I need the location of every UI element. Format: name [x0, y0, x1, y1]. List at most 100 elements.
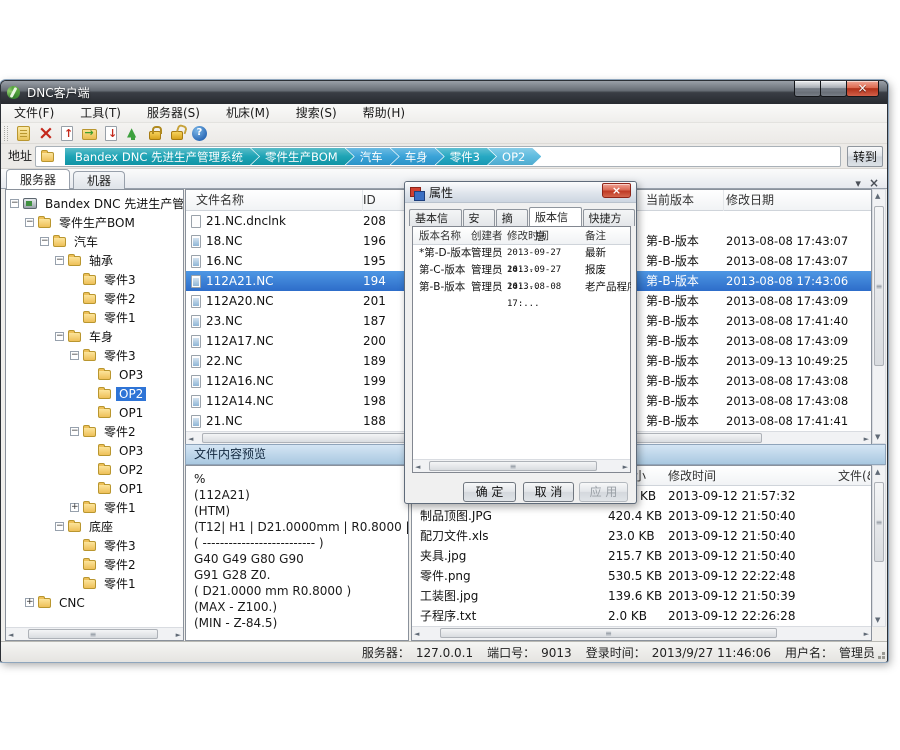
column-header-version[interactable]: 当前版本	[646, 190, 724, 211]
scroll-left-icon[interactable]	[414, 630, 419, 638]
tree-item[interactable]: OP2	[6, 460, 183, 479]
scrollbar-thumb[interactable]: ≡	[874, 206, 884, 366]
tree-item[interactable]: OP2	[6, 384, 183, 403]
tab-机器[interactable]: 机器	[73, 171, 125, 189]
toolbar-notes-button[interactable]	[12, 123, 34, 143]
tree-item[interactable]: 零件3	[6, 270, 183, 289]
scroll-down-icon[interactable]	[875, 616, 880, 624]
go-button[interactable]: 转到	[847, 146, 883, 167]
menu-item[interactable]: 机床(M)	[213, 104, 283, 123]
collapse-icon[interactable]: −	[55, 522, 64, 531]
tree-item[interactable]: −底座	[6, 517, 183, 536]
column-header-note[interactable]: 备注	[585, 227, 606, 245]
toolbar-help-button[interactable]	[188, 123, 210, 143]
column-header-filename[interactable]: 文件名称	[196, 190, 363, 211]
column-header-modified[interactable]: 修改时间	[668, 466, 768, 486]
tree-item[interactable]: −轴承	[6, 251, 183, 270]
tree-item[interactable]: −零件生产BOM	[6, 213, 183, 232]
attachment-row[interactable]: 夹具.jpg215.7 KB2013-09-12 21:50:40	[412, 546, 871, 566]
expand-icon[interactable]: +	[25, 598, 34, 607]
scroll-up-icon[interactable]	[875, 468, 880, 476]
tree-item[interactable]: −汽车	[6, 232, 183, 251]
scroll-right-icon[interactable]	[864, 630, 869, 638]
column-header-file[interactable]: 文件(&	[838, 466, 870, 486]
scroll-left-icon[interactable]	[8, 631, 13, 639]
version-row[interactable]: 第-B-版本管理员2013-08-08 17:...老产品程序	[413, 279, 630, 296]
tree-item[interactable]: −零件3	[6, 346, 183, 365]
tree-item[interactable]: −车身	[6, 327, 183, 346]
menu-item[interactable]: 服务器(S)	[134, 104, 213, 123]
tree-item[interactable]: 零件2	[6, 555, 183, 574]
tree-item[interactable]: OP1	[6, 479, 183, 498]
scroll-down-icon[interactable]	[875, 433, 880, 441]
tree-item[interactable]: OP1	[6, 403, 183, 422]
dialog-horizontal-scrollbar[interactable]: ≡	[413, 459, 630, 472]
tree-item[interactable]: −Bandex DNC 先进生产管理系统	[6, 194, 183, 213]
breadcrumb-item[interactable]: Bandex DNC 先进生产管理系统	[65, 148, 259, 165]
collapse-icon[interactable]: −	[55, 256, 64, 265]
filelist-vertical-scrollbar[interactable]: ≡	[872, 189, 886, 444]
menu-item[interactable]: 搜索(S)	[283, 104, 350, 123]
tree-item[interactable]: +零件1	[6, 498, 183, 517]
address-field[interactable]: Bandex DNC 先进生产管理系统零件生产BOM汽车车身零件3OP2	[35, 146, 841, 167]
toolbar-delete-button[interactable]	[34, 123, 56, 143]
scroll-right-icon[interactable]	[864, 435, 869, 443]
toolbar-upload-arrow-button[interactable]	[122, 123, 144, 143]
attachment-row[interactable]: 工装图.jpg139.6 KB2013-09-12 21:50:39	[412, 586, 871, 606]
scroll-up-icon[interactable]	[875, 192, 880, 200]
tab-服务器[interactable]: 服务器	[6, 169, 70, 189]
apply-button[interactable]: 应 用	[579, 482, 628, 502]
toolbar-checkin-file-button[interactable]	[56, 123, 78, 143]
expand-icon[interactable]: +	[70, 503, 79, 512]
dialog-tab[interactable]: 摘要	[496, 209, 528, 226]
collapse-icon[interactable]: −	[40, 237, 49, 246]
dialog-title-bar[interactable]: 属性	[405, 182, 636, 203]
maximize-button[interactable]	[820, 81, 847, 97]
column-header-creator[interactable]: 创建者	[471, 227, 503, 245]
dialog-tab[interactable]: 安全	[463, 209, 495, 226]
scrollbar-thumb[interactable]: ≡	[429, 461, 597, 471]
attachment-row[interactable]: 零件.png530.5 KB2013-09-12 22:22:48	[412, 566, 871, 586]
dialog-close-button[interactable]	[602, 183, 631, 198]
tree-item[interactable]: 零件1	[6, 308, 183, 327]
tree-item[interactable]: −零件2	[6, 422, 183, 441]
menu-item[interactable]: 工具(T)	[67, 104, 134, 123]
scrollbar-thumb[interactable]: ≡	[440, 628, 777, 638]
cancel-button[interactable]: 取 消	[523, 482, 574, 502]
dialog-tab[interactable]: 快捷方式	[583, 209, 636, 226]
attachment-row[interactable]: 制品顶图.JPG420.4 KB2013-09-12 21:50:40	[412, 506, 871, 526]
breadcrumb-item[interactable]: 零件生产BOM	[251, 148, 354, 165]
tree-item[interactable]: 零件3	[6, 536, 183, 555]
tree-item[interactable]: OP3	[6, 365, 183, 384]
collapse-icon[interactable]: −	[70, 351, 79, 360]
tree-item[interactable]: 零件1	[6, 574, 183, 593]
scroll-right-icon[interactable]	[176, 631, 181, 639]
tree-item[interactable]: 零件2	[6, 289, 183, 308]
toolbar-lock-button[interactable]	[144, 123, 166, 143]
title-bar[interactable]: DNC客户端	[1, 81, 887, 104]
ok-button[interactable]: 确 定	[463, 482, 516, 502]
column-header-version-name[interactable]: 版本名称	[419, 227, 461, 245]
dialog-tab[interactable]: 基本信息	[409, 209, 462, 226]
dialog-tab[interactable]: 版本信息	[529, 207, 582, 226]
scroll-left-icon[interactable]	[415, 463, 420, 471]
toolbar-unlock-button[interactable]	[166, 123, 188, 143]
attachments-horizontal-scrollbar[interactable]: ≡	[412, 626, 871, 640]
scroll-left-icon[interactable]	[188, 435, 193, 443]
scrollbar-thumb[interactable]: ≡	[28, 629, 158, 639]
scrollbar-thumb[interactable]: ≡	[874, 482, 884, 562]
resize-grip-icon[interactable]	[882, 656, 885, 659]
collapse-icon[interactable]: −	[10, 199, 19, 208]
toolbar-export-folder-button[interactable]	[78, 123, 100, 143]
minimize-button[interactable]	[794, 81, 821, 97]
breadcrumb-item[interactable]: 零件3	[436, 148, 496, 165]
scroll-right-icon[interactable]	[623, 463, 628, 471]
attachment-row[interactable]: 子程序.txt2.0 KB2013-09-12 22:26:28	[412, 606, 871, 626]
collapse-icon[interactable]: −	[25, 218, 34, 227]
collapse-icon[interactable]: −	[70, 427, 79, 436]
tree-item[interactable]: +CNC	[6, 593, 183, 612]
toolbar-checkout-file-button[interactable]	[100, 123, 122, 143]
version-row[interactable]: *第-D-版本管理员2013-09-27 14:...最新	[413, 245, 630, 262]
attachments-vertical-scrollbar[interactable]: ≡	[872, 465, 886, 627]
menu-item[interactable]: 帮助(H)	[350, 104, 418, 123]
